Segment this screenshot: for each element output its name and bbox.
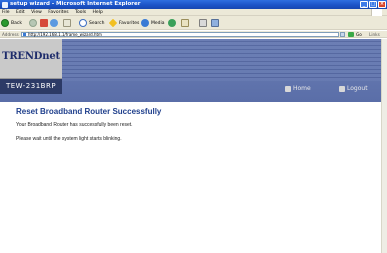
ie-app-icon bbox=[2, 1, 8, 8]
go-arrow-icon bbox=[348, 32, 354, 37]
close-button[interactable]: × bbox=[378, 1, 386, 8]
stop-button[interactable] bbox=[40, 18, 50, 28]
menu-edit[interactable]: Edit bbox=[16, 10, 25, 15]
favorites-label: Favorites bbox=[119, 20, 140, 26]
address-label: Address bbox=[2, 32, 19, 37]
forward-arrow-icon bbox=[29, 19, 37, 27]
print-button[interactable] bbox=[199, 18, 209, 28]
home-icon bbox=[63, 19, 71, 27]
window-titlebar: setup wizard - Microsoft Internet Explor… bbox=[0, 0, 387, 9]
maximize-button[interactable]: □ bbox=[369, 1, 377, 8]
search-button[interactable]: Search bbox=[79, 18, 104, 28]
search-label: Search bbox=[89, 20, 105, 26]
address-input[interactable]: http://192.168.1.1/frame_wizard.htm bbox=[21, 32, 339, 37]
home-link-label: Home bbox=[293, 85, 311, 92]
address-bar: Address http://192.168.1.1/frame_wizard.… bbox=[0, 31, 387, 38]
menu-favorites[interactable]: Favorites bbox=[48, 10, 68, 15]
edit-button[interactable] bbox=[211, 18, 221, 28]
menu-view[interactable]: View bbox=[31, 10, 42, 15]
back-arrow-icon bbox=[1, 19, 9, 27]
menu-tools[interactable]: Tools bbox=[75, 10, 86, 15]
reset-success-message: Your Broadband Router has successfully b… bbox=[16, 122, 133, 128]
wait-instruction-message: Please wait until the system light start… bbox=[16, 136, 122, 142]
media-button[interactable]: Media bbox=[141, 18, 165, 28]
router-header: TRENDnet TEW-231BRP Home Logout bbox=[0, 39, 381, 102]
printer-icon bbox=[199, 19, 207, 27]
history-icon bbox=[168, 19, 176, 27]
back-label: Back bbox=[11, 20, 22, 26]
logout-icon bbox=[339, 85, 345, 92]
media-label: Media bbox=[151, 20, 165, 26]
logout-link[interactable]: Logout bbox=[339, 83, 368, 94]
go-label: Go bbox=[356, 32, 362, 37]
mail-button[interactable] bbox=[181, 18, 191, 28]
home-link[interactable]: Home bbox=[285, 83, 311, 94]
home-button[interactable] bbox=[63, 18, 73, 28]
back-button[interactable]: Back bbox=[1, 18, 22, 28]
favorites-star-icon bbox=[108, 18, 118, 28]
minimize-button[interactable]: _ bbox=[360, 1, 368, 8]
vertical-scrollbar[interactable] bbox=[381, 39, 387, 253]
forward-button[interactable] bbox=[29, 18, 39, 28]
refresh-icon bbox=[50, 19, 58, 27]
content-area: Reset Broadband Router Successfully Your… bbox=[0, 102, 381, 253]
menu-bar: File Edit View Favorites Tools Help bbox=[0, 9, 387, 16]
menu-help[interactable]: Help bbox=[93, 10, 103, 15]
stop-icon bbox=[40, 19, 48, 27]
links-button[interactable]: Links bbox=[369, 31, 380, 38]
media-icon bbox=[141, 19, 149, 27]
page-viewport: TRENDnet TEW-231BRP Home Logout Reset Br… bbox=[0, 39, 381, 253]
menu-file[interactable]: File bbox=[2, 10, 10, 15]
mail-icon bbox=[181, 19, 189, 27]
edit-icon bbox=[211, 19, 219, 27]
model-name: TEW-231BRP bbox=[0, 79, 62, 94]
history-button[interactable] bbox=[168, 18, 178, 28]
trendnet-logo: TRENDnet bbox=[0, 39, 62, 79]
windows-logo-icon bbox=[371, 9, 382, 16]
favorites-button[interactable]: Favorites bbox=[108, 18, 140, 28]
address-dropdown-button[interactable] bbox=[340, 32, 345, 37]
page-title: Reset Broadband Router Successfully bbox=[16, 107, 162, 116]
header-stripes bbox=[62, 41, 381, 81]
refresh-button[interactable] bbox=[50, 18, 60, 28]
window-title: setup wizard - Microsoft Internet Explor… bbox=[10, 1, 141, 7]
search-icon bbox=[79, 19, 87, 27]
home-icon bbox=[285, 85, 291, 92]
address-url: http://192.168.1.1/frame_wizard.htm bbox=[28, 32, 102, 37]
page-icon bbox=[23, 33, 26, 36]
go-button[interactable]: Go bbox=[348, 31, 362, 38]
logout-link-label: Logout bbox=[347, 85, 368, 92]
logo-text: TRENDnet bbox=[2, 51, 60, 62]
browser-toolbar: Back Search Favorites Media bbox=[0, 16, 387, 30]
